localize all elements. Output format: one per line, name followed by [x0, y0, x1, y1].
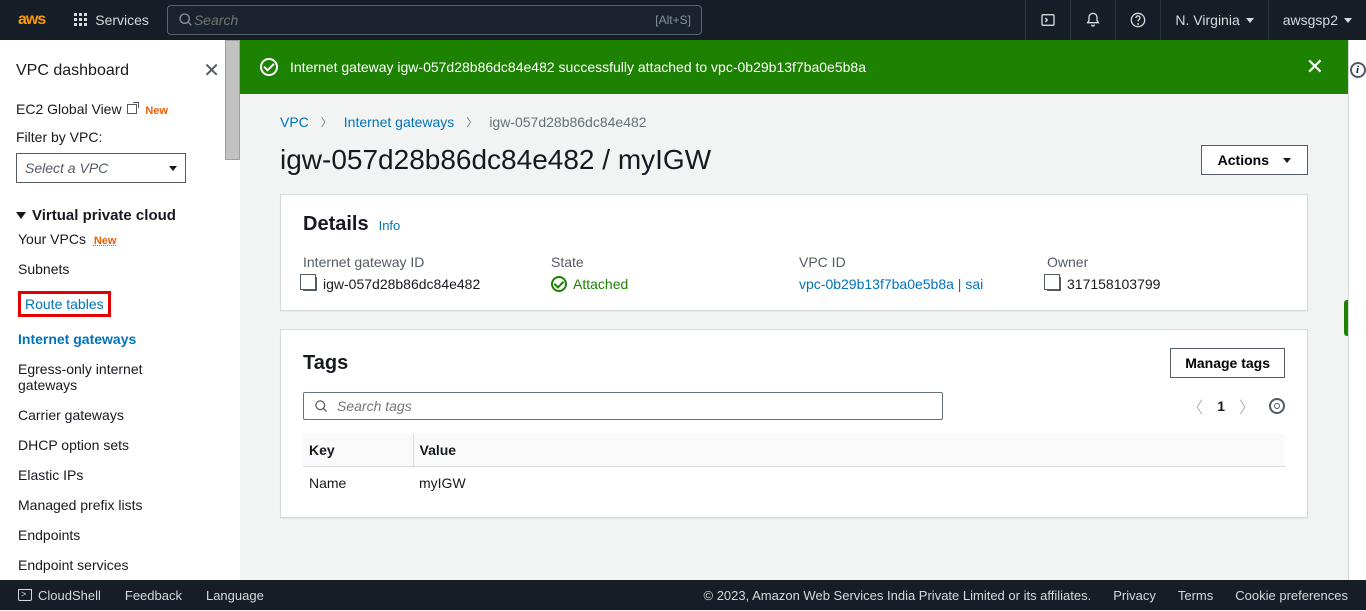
actions-button[interactable]: Actions	[1201, 145, 1308, 175]
sidebar-item-subnets[interactable]: Subnets	[16, 254, 240, 284]
tags-title: Tags	[303, 352, 348, 375]
search-input[interactable]	[194, 12, 655, 28]
help-button[interactable]	[1115, 0, 1160, 40]
sidebar-item-carrier-gateways[interactable]: Carrier gateways	[16, 400, 240, 430]
igw-id-label: Internet gateway ID	[303, 254, 541, 270]
feedback-link[interactable]: Feedback	[125, 588, 182, 603]
sidebar-item-dhcp-option-sets[interactable]: DHCP option sets	[16, 430, 240, 460]
triangle-down-icon	[16, 212, 26, 219]
search-shortcut-hint: [Alt+S]	[655, 13, 691, 27]
chevron-right-icon: 〉	[321, 114, 332, 130]
notifications-button[interactable]	[1070, 0, 1115, 40]
cloudshell-link[interactable]: CloudShell	[18, 588, 101, 603]
tags-table: Key Value Name myIGW	[303, 434, 1285, 499]
top-nav: aws Services [Alt+S] N. Virginia awsgsp2	[0, 0, 1366, 40]
settings-gear-icon[interactable]	[1269, 398, 1285, 414]
search-icon	[314, 399, 329, 414]
state-check-icon	[551, 276, 567, 292]
tag-key: Name	[303, 467, 413, 500]
cloudshell-icon-button[interactable]	[1025, 0, 1070, 40]
sidebar-title[interactable]: VPC dashboard	[16, 62, 129, 80]
page-title: igw-057d28b86dc84e482 / myIGW	[280, 144, 711, 176]
terms-link[interactable]: Terms	[1178, 588, 1213, 603]
search-tags-input[interactable]	[337, 398, 932, 414]
success-check-icon	[260, 58, 278, 76]
ec2-global-view-link[interactable]: EC2 Global View New	[16, 95, 240, 123]
search-tags-field[interactable]	[303, 392, 943, 420]
breadcrumb: VPC 〉 Internet gateways 〉 igw-057d28b86d…	[280, 114, 1308, 130]
vpc-id-link[interactable]: vpc-0b29b13f7ba0e5b8a | sai	[799, 276, 983, 292]
breadcrumb-vpc[interactable]: VPC	[280, 114, 309, 130]
search-icon	[178, 12, 194, 28]
page-number: 1	[1217, 398, 1225, 414]
cookie-preferences-link[interactable]: Cookie preferences	[1235, 588, 1348, 603]
owner-value: 317158103799	[1067, 276, 1160, 292]
sidebar-item-your-vpcs[interactable]: Your VPCs New	[16, 224, 240, 254]
new-badge: New	[94, 235, 117, 247]
external-link-icon	[127, 104, 137, 114]
new-badge: New	[145, 105, 168, 117]
sidebar-item-elastic-ips[interactable]: Elastic IPs	[16, 460, 240, 490]
sidebar-item-endpoint-services[interactable]: Endpoint services	[16, 550, 240, 580]
manage-tags-button[interactable]: Manage tags	[1170, 348, 1285, 378]
flash-close-icon[interactable]: ✕	[1302, 54, 1328, 80]
details-info-link[interactable]: Info	[379, 218, 401, 233]
chevron-right-icon: 〉	[466, 114, 477, 130]
cloudshell-icon	[18, 589, 32, 601]
sidebar-item-route-tables[interactable]: Route tables	[16, 284, 240, 324]
caret-down-icon	[1283, 158, 1291, 163]
copy-icon[interactable]	[1047, 277, 1061, 291]
main-content: Internet gateway igw-057d28b86dc84e482 s…	[240, 40, 1348, 580]
sidebar-item-internet-gateways[interactable]: Internet gateways	[16, 324, 240, 354]
scrollbar[interactable]	[225, 40, 240, 160]
details-title: Details	[303, 213, 369, 236]
tags-value-header: Value	[413, 434, 1285, 467]
help-icon	[1130, 12, 1146, 28]
tags-panel: Tags Manage tags 〈 1 〉	[280, 329, 1308, 518]
page-prev-icon[interactable]: 〈	[1187, 394, 1203, 418]
tags-key-header: Key	[303, 434, 413, 467]
breadcrumb-current: igw-057d28b86dc84e482	[489, 114, 646, 130]
aws-logo[interactable]: aws	[0, 11, 63, 29]
region-selector[interactable]: N. Virginia	[1160, 0, 1267, 40]
caret-down-icon	[1344, 18, 1352, 23]
caret-down-icon	[1246, 18, 1254, 23]
sidebar-item-managed-prefix-lists[interactable]: Managed prefix lists	[16, 490, 240, 520]
feedback-tab[interactable]	[1344, 300, 1348, 336]
table-row: Name myIGW	[303, 467, 1285, 500]
language-link[interactable]: Language	[206, 588, 264, 603]
owner-label: Owner	[1047, 254, 1285, 270]
sidebar: VPC dashboard ✕ EC2 Global View New Filt…	[0, 40, 240, 580]
privacy-link[interactable]: Privacy	[1113, 588, 1156, 603]
success-flash: Internet gateway igw-057d28b86dc84e482 s…	[240, 40, 1348, 94]
copyright-text: © 2023, Amazon Web Services India Privat…	[704, 588, 1092, 603]
bell-icon	[1085, 12, 1101, 28]
info-panel-toggle[interactable]: i	[1348, 40, 1366, 580]
caret-down-icon	[169, 166, 177, 171]
sidebar-item-endpoints[interactable]: Endpoints	[16, 520, 240, 550]
igw-id-value: igw-057d28b86dc84e482	[323, 276, 480, 292]
services-grid-icon	[73, 12, 89, 28]
close-sidebar-icon[interactable]: ✕	[203, 58, 220, 83]
account-menu[interactable]: awsgsp2	[1268, 0, 1366, 40]
search-bar[interactable]: [Alt+S]	[167, 5, 702, 35]
services-label: Services	[95, 12, 149, 28]
footer: CloudShell Feedback Language © 2023, Ama…	[0, 580, 1366, 610]
page-next-icon[interactable]: 〉	[1239, 394, 1255, 418]
sidebar-item-egress-only[interactable]: Egress-only internet gateways	[16, 354, 186, 400]
info-icon: i	[1350, 62, 1366, 78]
breadcrumb-internet-gateways[interactable]: Internet gateways	[344, 114, 455, 130]
vpc-id-label: VPC ID	[799, 254, 1037, 270]
cloudshell-icon	[1040, 12, 1056, 28]
section-virtual-private-cloud[interactable]: Virtual private cloud	[16, 207, 240, 224]
flash-message: Internet gateway igw-057d28b86dc84e482 s…	[290, 59, 1290, 75]
copy-icon[interactable]	[303, 277, 317, 291]
state-value: Attached	[573, 276, 628, 292]
details-panel: Details Info Internet gateway ID igw-057…	[280, 194, 1308, 311]
state-label: State	[551, 254, 789, 270]
tag-value: myIGW	[413, 467, 1285, 500]
filter-by-vpc-label: Filter by VPC:	[16, 129, 240, 145]
services-menu[interactable]: Services	[63, 12, 159, 28]
vpc-filter-select[interactable]: Select a VPC	[16, 153, 186, 183]
